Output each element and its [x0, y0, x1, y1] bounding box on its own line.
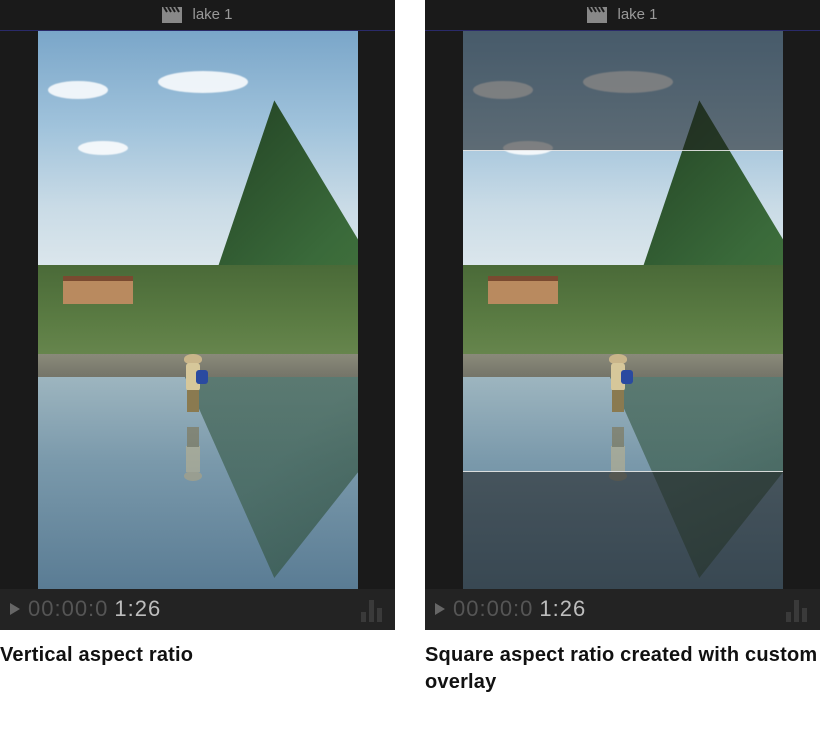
transport-bar: 00:00:01:26 [0, 589, 395, 630]
video-area[interactable] [0, 30, 395, 589]
clip-title: lake 1 [192, 6, 232, 23]
comparison-container: lake 1 [0, 0, 834, 696]
caption-left: Vertical aspect ratio [0, 642, 395, 669]
timecode-dim: 00:00:0 [28, 596, 108, 622]
scene-image [38, 31, 358, 589]
overlay-mask-bottom [463, 471, 783, 589]
panel-right: lake 1 [425, 0, 820, 696]
clapperboard-icon [162, 7, 182, 23]
video-canvas [38, 31, 358, 589]
audio-meter-icon [361, 596, 387, 622]
viewer-left: lake 1 [0, 0, 395, 630]
video-canvas [463, 31, 783, 589]
viewer-right: lake 1 [425, 0, 820, 630]
timecode-bright: 1:26 [539, 596, 586, 622]
caption-right: Square aspect ratio created with custom … [425, 642, 820, 696]
timecode-bright: 1:26 [114, 596, 161, 622]
overlay-mask-top [463, 31, 783, 151]
viewer-titlebar: lake 1 [0, 0, 395, 30]
panel-left: lake 1 [0, 0, 395, 696]
viewer-titlebar: lake 1 [425, 0, 820, 30]
audio-meter-icon [786, 596, 812, 622]
play-icon[interactable] [433, 602, 447, 616]
transport-bar: 00:00:01:26 [425, 589, 820, 630]
timecode-dim: 00:00:0 [453, 596, 533, 622]
play-icon[interactable] [8, 602, 22, 616]
clapperboard-icon [587, 7, 607, 23]
clip-title: lake 1 [617, 6, 657, 23]
video-area[interactable] [425, 30, 820, 589]
